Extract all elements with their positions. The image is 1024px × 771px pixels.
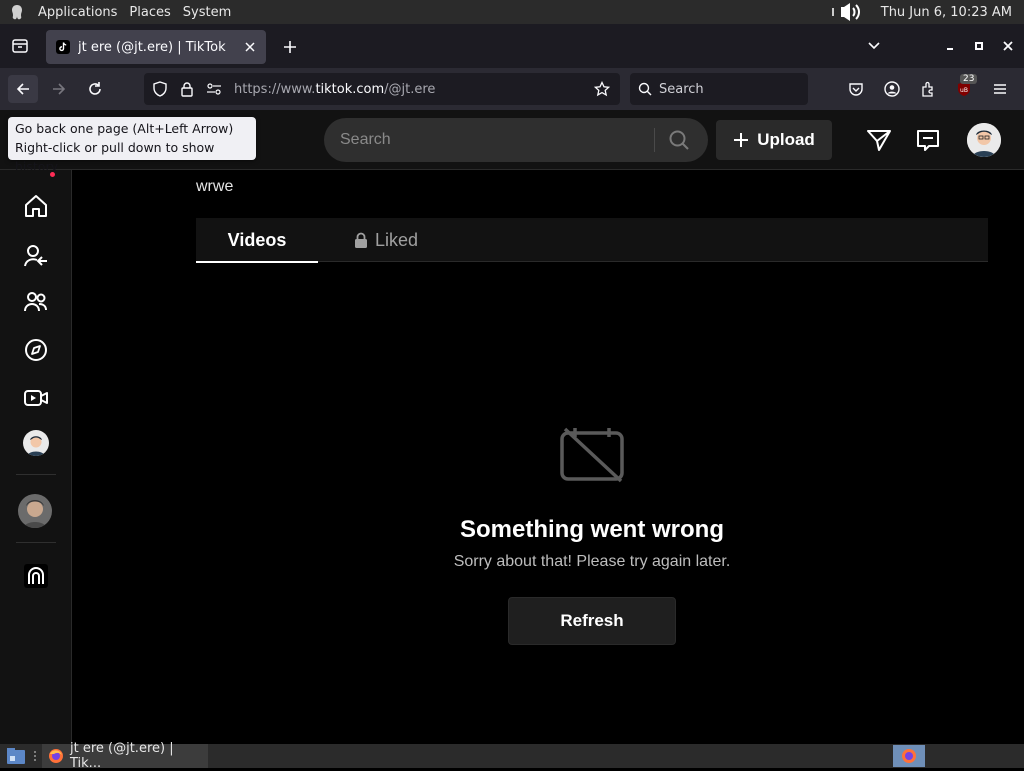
workspace-switcher[interactable] xyxy=(893,745,925,767)
following-account-avatar[interactable] xyxy=(18,494,52,528)
tab-tiktok[interactable]: jt ere (@jt.ere) | TikTok xyxy=(46,30,266,64)
extensions-icon[interactable] xyxy=(918,79,938,99)
gnome-top-panel: Applications Places System Thu Jun 6, 10… xyxy=(0,0,1024,24)
friends-icon[interactable] xyxy=(20,286,52,318)
url-text: https://www.tiktok.com/@jt.ere xyxy=(234,81,436,97)
account-icon[interactable] xyxy=(882,79,902,99)
home-icon[interactable] xyxy=(20,190,52,222)
gnome-taskbar: jt ere (@jt.ere) | Tik... xyxy=(0,741,1024,771)
explore-icon[interactable] xyxy=(20,334,52,366)
applications-menu[interactable]: Applications xyxy=(32,0,123,24)
tiktok-sidebar xyxy=(0,170,72,744)
tiktok-favicon-icon xyxy=(56,40,70,54)
extension-badge: 23 xyxy=(960,74,978,84)
pocket-icon[interactable] xyxy=(846,79,866,99)
browser-search-placeholder: Search xyxy=(659,81,704,97)
lock-icon[interactable] xyxy=(180,81,194,97)
tooltip-line-1: Go back one page (Alt+Left Arrow) xyxy=(15,121,234,136)
reload-button[interactable] xyxy=(80,75,110,103)
clock[interactable]: Thu Jun 6, 10:23 AM xyxy=(881,5,1012,20)
gnome-foot-icon[interactable] xyxy=(8,3,26,21)
tab-list-icon[interactable] xyxy=(6,34,34,58)
tiktok-search-bar xyxy=(324,118,708,162)
following-icon[interactable] xyxy=(20,240,52,272)
permissions-icon[interactable] xyxy=(206,82,222,96)
browser-search-field[interactable]: Search xyxy=(630,73,808,105)
profile-avatar[interactable] xyxy=(967,123,1001,157)
close-tab-icon[interactable] xyxy=(244,41,256,53)
taskbar-handle-icon xyxy=(33,750,37,762)
svg-text:uB: uB xyxy=(960,87,968,94)
url-bar[interactable]: https://www.tiktok.com/@jt.ere xyxy=(144,73,620,105)
places-menu[interactable]: Places xyxy=(123,0,176,24)
taskbar-firefox-window[interactable]: jt ere (@jt.ere) | Tik... xyxy=(42,741,208,771)
tab-liked[interactable]: Liked xyxy=(346,218,426,262)
live-icon[interactable] xyxy=(20,382,52,414)
taskbar-window-title: jt ere (@jt.ere) | Tik... xyxy=(70,741,174,771)
maximize-icon[interactable] xyxy=(969,36,989,56)
tab-videos[interactable]: Videos xyxy=(196,218,318,263)
browser-nav-bar: https://www.tiktok.com/@jt.ere Search uB xyxy=(0,68,1024,110)
list-all-tabs-icon[interactable] xyxy=(864,36,884,56)
back-button[interactable] xyxy=(8,75,38,103)
new-tab-button[interactable] xyxy=(278,35,302,59)
tiktok-studio-icon[interactable] xyxy=(20,560,52,592)
no-video-icon xyxy=(559,425,625,483)
sidebar-divider xyxy=(16,542,56,543)
show-desktop-icon[interactable] xyxy=(6,747,26,765)
upload-label: Upload xyxy=(757,130,815,149)
close-window-icon[interactable] xyxy=(998,36,1018,56)
volume-icon[interactable] xyxy=(831,2,865,22)
error-message: Sorry about that! Please try again later… xyxy=(453,553,731,570)
tab-title: jt ere (@jt.ere) | TikTok xyxy=(78,39,226,55)
menu-icon[interactable] xyxy=(990,79,1010,99)
refresh-button[interactable]: Refresh xyxy=(508,597,676,645)
tiktok-search-input[interactable] xyxy=(340,118,640,162)
tiktok-search-icon[interactable] xyxy=(664,126,694,154)
messages-icon[interactable] xyxy=(915,128,941,152)
profile-main: wrwe Videos Liked Something went wrong S… xyxy=(72,170,1024,744)
error-title: Something went wrong xyxy=(460,516,724,543)
lock-icon xyxy=(354,232,368,248)
profile-avatar-icon[interactable] xyxy=(23,430,49,456)
upload-button[interactable]: Upload xyxy=(716,120,832,160)
send-icon[interactable] xyxy=(866,128,892,152)
search-divider xyxy=(654,128,655,152)
profile-tabs: Videos Liked xyxy=(196,218,988,263)
bookmark-star-icon[interactable] xyxy=(594,81,610,97)
profile-bio: wrwe xyxy=(196,178,234,195)
browser-tab-bar: jt ere (@jt.ere) | TikTok xyxy=(0,24,1024,68)
back-button-tooltip: Go back one page (Alt+Left Arrow) Right-… xyxy=(8,117,256,174)
tracking-protection-icon[interactable] xyxy=(152,81,168,97)
system-menu[interactable]: System xyxy=(177,0,237,24)
explore-notification-dot xyxy=(50,172,55,177)
tab-liked-label: Liked xyxy=(374,229,419,250)
search-icon xyxy=(638,82,652,96)
forward-button[interactable] xyxy=(44,75,74,103)
sidebar-divider xyxy=(16,474,56,475)
firefox-icon xyxy=(48,748,64,764)
minimize-icon[interactable] xyxy=(940,36,960,56)
plus-icon xyxy=(733,132,749,148)
